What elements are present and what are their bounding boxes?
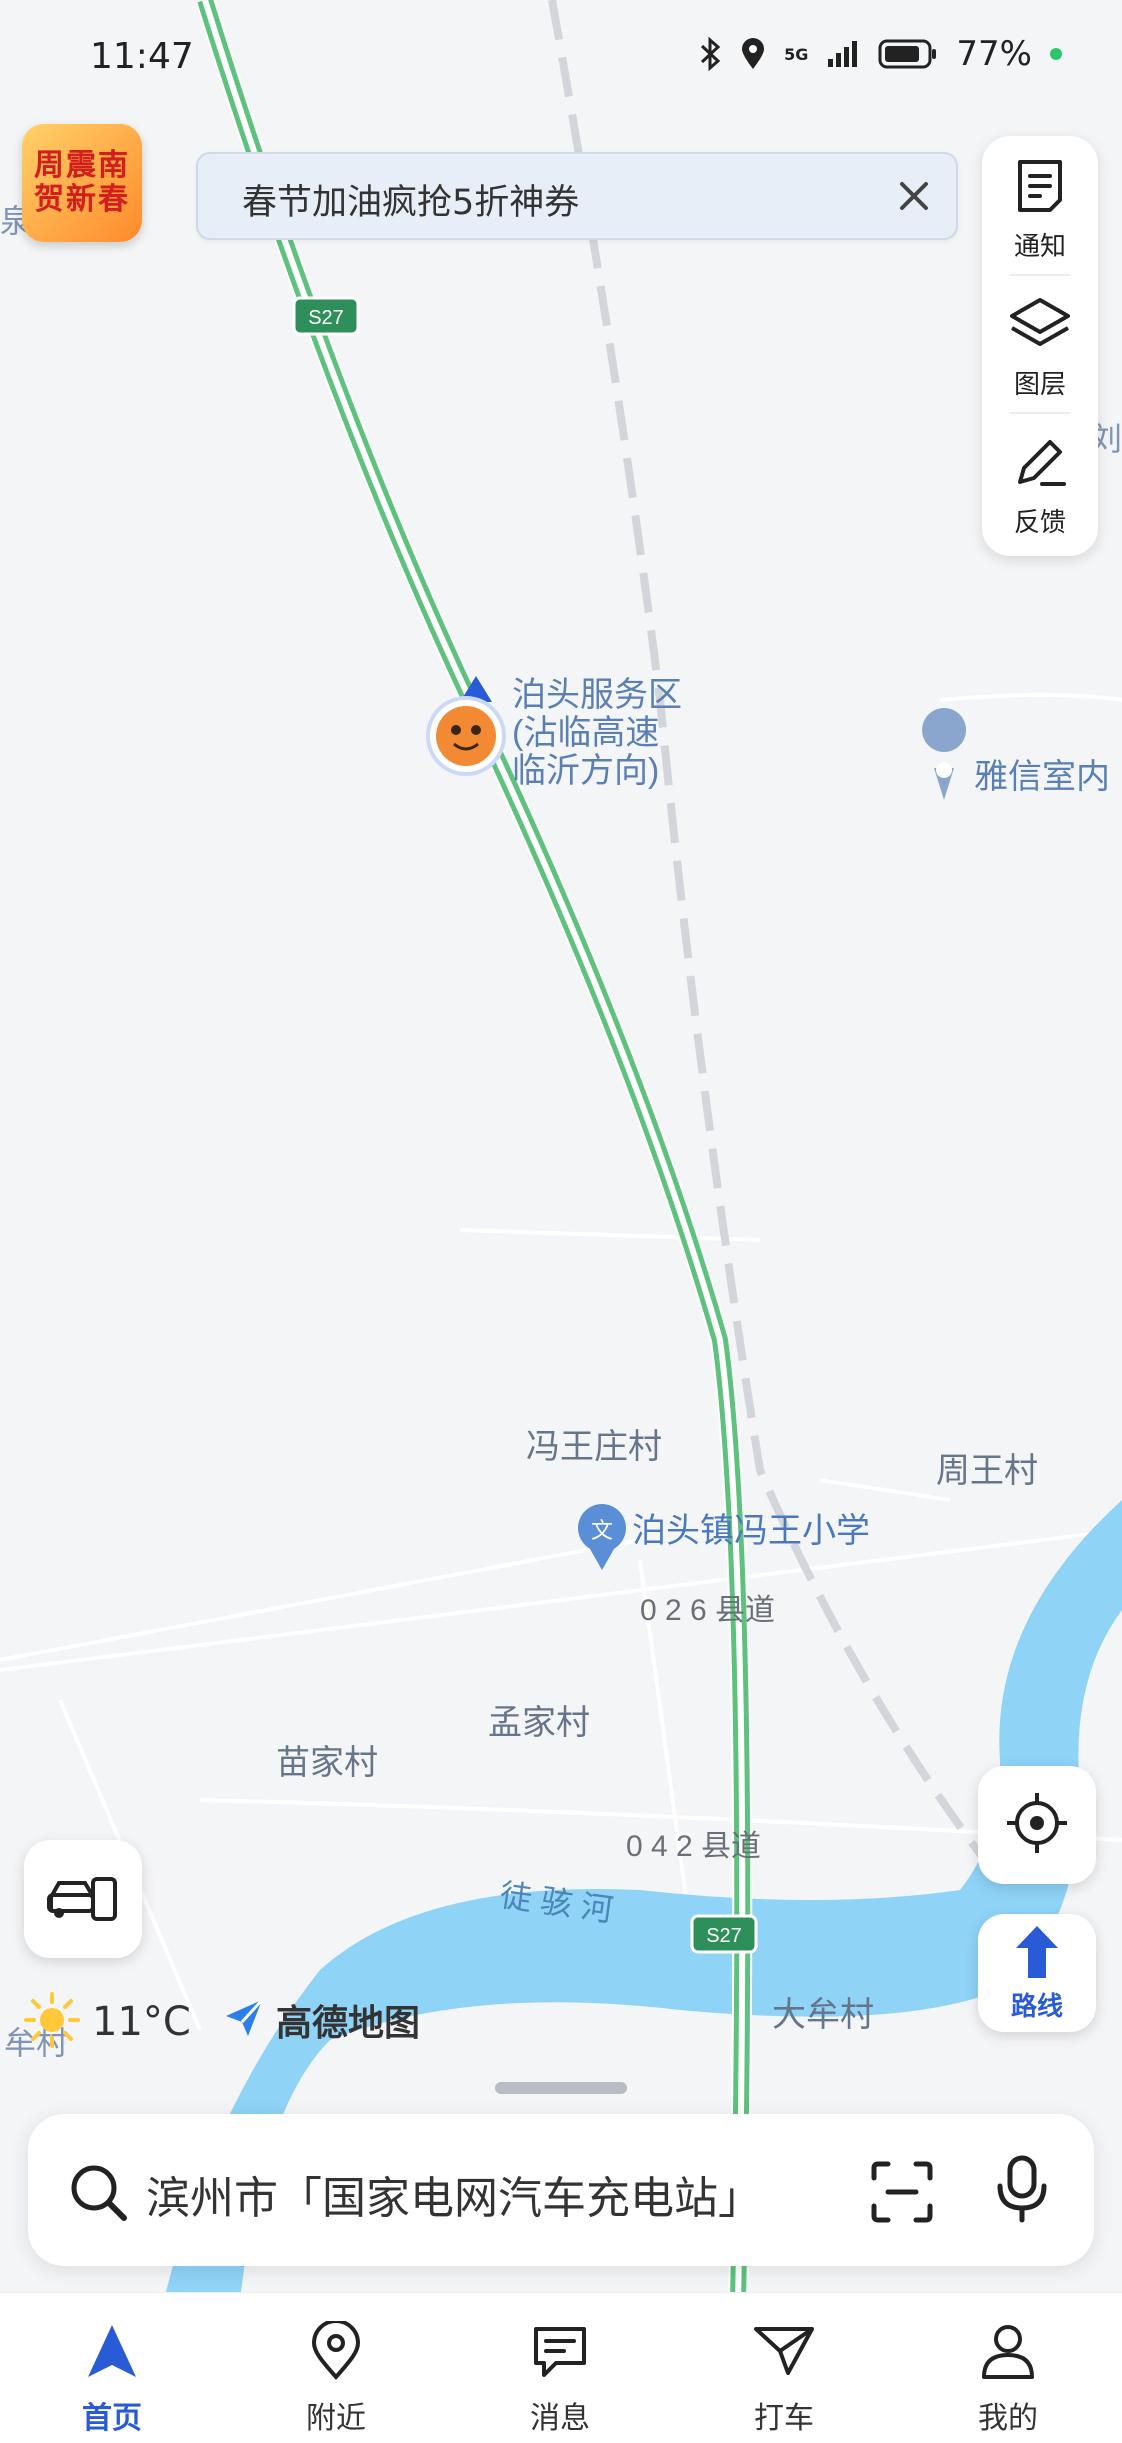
promo-line-2: 贺新春: [34, 182, 130, 217]
microphone-icon[interactable]: [994, 2154, 1050, 2228]
bottom-tab-bar: 首页 附近 消息 打车 我的: [0, 2292, 1122, 2443]
battery-percent: 77%: [956, 34, 1032, 74]
weather-temp: 11°C: [92, 1999, 191, 2045]
bottom-sheet-handle[interactable]: [495, 2082, 627, 2094]
school-label: 泊头镇冯王小学: [632, 1512, 870, 1550]
amap-logo-icon: [220, 1994, 268, 2046]
map-tools-panel: 通知 图层 反馈: [982, 136, 1098, 556]
brand-name: 高德地图: [276, 2003, 421, 2044]
village-miaojia: 苗家村: [276, 1744, 378, 1782]
feedback-button[interactable]: 反馈: [982, 412, 1098, 542]
brand-logo: 高德地图: [220, 1994, 420, 2046]
festival-promo-badge[interactable]: 周震南 贺新春: [22, 124, 142, 242]
village-mengjia: 孟家村: [488, 1704, 590, 1742]
road-026-label: 0 2 6 县道: [640, 1594, 775, 1627]
search-input[interactable]: 滨州市「国家电网汽车充电站」: [146, 2162, 762, 2226]
poi-yaxin-label: 雅信室内: [974, 758, 1110, 796]
car-phone-button[interactable]: [24, 1840, 142, 1958]
message-icon: [530, 2321, 590, 2385]
notice-icon: [1010, 136, 1070, 220]
sun-icon: [22, 1990, 82, 2054]
signal-icon: [826, 39, 860, 69]
route-button[interactable]: 路线: [978, 1914, 1096, 2032]
search-bar[interactable]: 滨州市「国家电网汽车充电站」: [28, 2114, 1094, 2266]
layers-label: 图层: [1013, 370, 1066, 400]
locate-button[interactable]: [978, 1766, 1096, 1884]
village-damou: 大牟村: [772, 1996, 874, 2034]
network-label: 5G: [784, 44, 809, 64]
route-label: 路线: [1010, 1991, 1063, 2022]
battery-icon: [878, 38, 938, 70]
layers-button[interactable]: 图层: [982, 274, 1098, 404]
map-canvas[interactable]: S27 S27 泊头服务区 (沾临高速 临沂方向) 雅信室内 文 冯王庄村 周王…: [0, 0, 1122, 2442]
location-icon: [740, 37, 766, 71]
status-bar: 11:47 5G 77%: [0, 0, 1122, 110]
nearby-pin-icon: [306, 2319, 366, 2385]
notice-button[interactable]: 通知: [982, 136, 1098, 266]
banner-text: 春节加油疯抢5折神券: [242, 183, 580, 223]
status-time: 11:47: [90, 36, 194, 77]
poi-service-area-line3: 临沂方向): [512, 752, 659, 790]
home-nav-icon: [82, 2321, 142, 2385]
tab-profile-label: 我的: [978, 2401, 1038, 2436]
feedback-label: 反馈: [1013, 508, 1066, 538]
highway-shield-s27-bottom: S27: [690, 1914, 758, 1954]
locate-icon: [1005, 1791, 1069, 1859]
village-zhouwang: 周王村: [936, 1452, 1038, 1490]
status-icons: 5G 77%: [698, 34, 1062, 74]
shield-label: S27: [308, 307, 344, 329]
poi-service-area-line2: (沾临高速: [512, 714, 659, 752]
promo-line-1: 周震南: [34, 148, 130, 183]
tab-home[interactable]: 首页: [32, 2321, 192, 2437]
tab-taxi[interactable]: 打车: [704, 2321, 864, 2437]
tab-messages-label: 消息: [530, 2401, 590, 2436]
layers-icon: [1008, 274, 1072, 358]
close-icon[interactable]: [886, 168, 942, 224]
search-icon: [66, 2160, 130, 2228]
weather-widget[interactable]: 11°C: [22, 1990, 191, 2054]
tab-messages[interactable]: 消息: [480, 2321, 640, 2437]
taxi-icon: [752, 2321, 816, 2385]
scan-icon[interactable]: [870, 2160, 934, 2228]
map-background: [0, 0, 1122, 2442]
road-042-label: 0 4 2 县道: [626, 1830, 761, 1863]
village-fengwang: 冯王庄村: [526, 1428, 662, 1466]
poi-service-area-line1: 泊头服务区: [512, 676, 682, 714]
tab-nearby[interactable]: 附近: [256, 2319, 416, 2437]
notice-label: 通知: [1013, 232, 1066, 262]
feedback-icon: [1010, 412, 1070, 496]
tab-nearby-label: 附近: [306, 2401, 366, 2436]
tab-profile[interactable]: 我的: [928, 2321, 1088, 2437]
bluetooth-icon: [698, 37, 722, 71]
tab-taxi-label: 打车: [754, 2401, 814, 2436]
privacy-indicator-dot: [1050, 48, 1062, 60]
tab-home-label: 首页: [82, 2401, 142, 2436]
promo-banner[interactable]: 春节加油疯抢5折神券: [196, 152, 958, 240]
highway-shield-s27-top: S27: [292, 296, 360, 336]
profile-icon: [978, 2321, 1038, 2385]
shield-label: S27: [706, 1925, 742, 1947]
route-arrow-icon: [1014, 1924, 1060, 1984]
map-labels: 泊头服务区 (沾临高速 临沂方向): [512, 676, 682, 790]
car-phone-icon: [47, 1869, 119, 1929]
svg-text:文: 文: [591, 1518, 613, 1543]
